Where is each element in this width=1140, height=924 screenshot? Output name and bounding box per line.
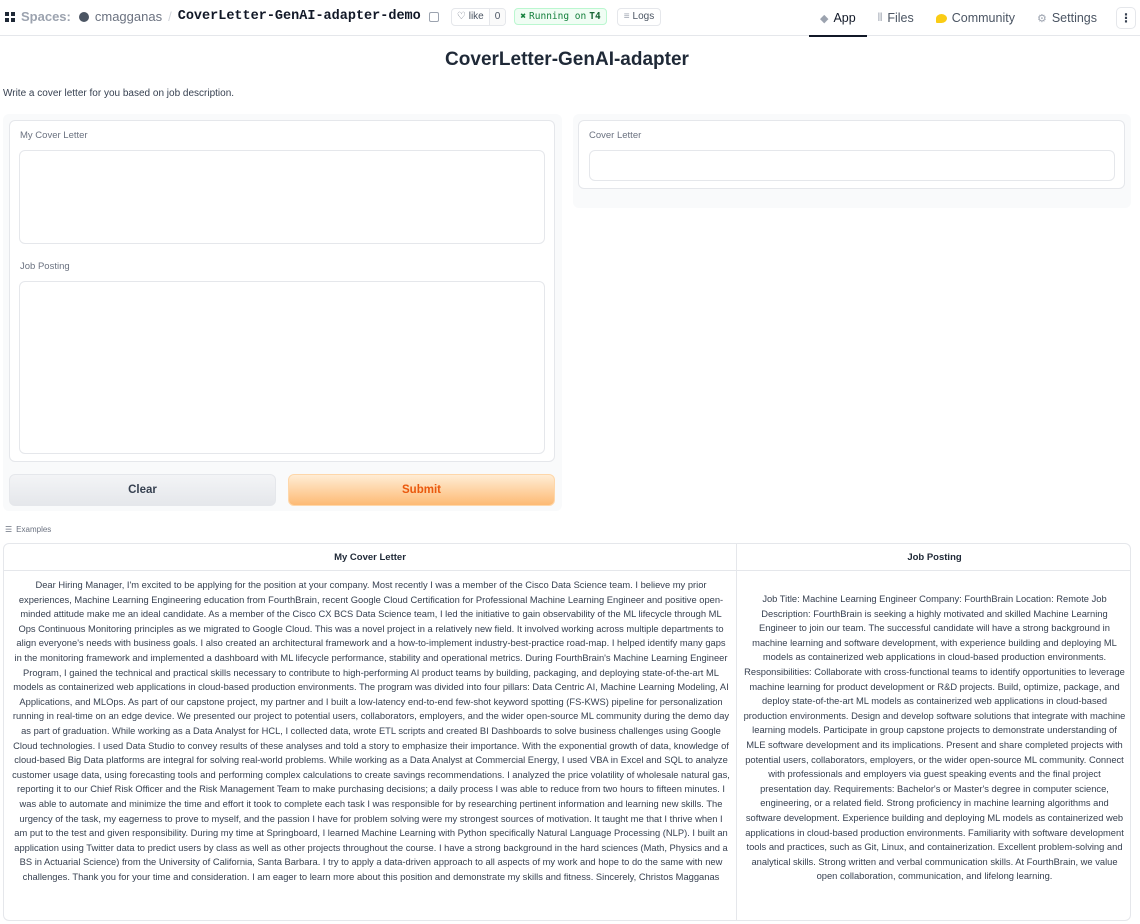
tab-settings[interactable]: ⚙ Settings [1026,0,1108,36]
owner-avatar [78,11,89,22]
copy-icon[interactable] [428,11,439,22]
list-icon: ☰ [5,525,13,534]
path-separator: / [168,9,172,24]
tab-files[interactable]: ⫴ Files [867,0,925,36]
column-divider [736,544,737,920]
heart-icon: ♡ [456,11,466,22]
owner-link[interactable]: cmagganas [95,9,162,24]
cover-letter-input-label: My Cover Letter [20,130,88,141]
examples-header: ☰ Examples [5,525,51,534]
examples-header-cover-letter: My Cover Letter [4,544,736,571]
examples-header-job-posting: Job Posting [737,544,1130,571]
like-label: like [468,11,484,22]
logs-button[interactable]: ≡ Logs [616,7,662,26]
examples-label: Examples [16,525,52,534]
spaces-logo-icon [5,11,15,22]
like-button[interactable]: ♡ like 0 [450,7,507,26]
cube-icon: ◆ [819,12,829,25]
job-posting-input[interactable] [19,281,545,454]
repo-name-link[interactable]: CoverLetter-GenAI-adapter-demo [178,9,421,24]
space-header: Spaces: cmagganas / CoverLetter-GenAI-ad… [5,0,662,33]
kebab-menu-icon[interactable]: ⋮ [1116,7,1136,29]
tab-app[interactable]: ◆ App [808,0,867,37]
submit-button[interactable]: Submit [288,474,555,506]
output-panel: Cover Letter [573,114,1131,208]
examples-table: My Cover Letter Job Posting Dear Hiring … [3,543,1131,921]
clear-button[interactable]: Clear [9,474,276,506]
status-prefix: Running on [529,11,587,22]
page-description: Write a cover letter for you based on jo… [3,88,235,99]
output-label: Cover Letter [589,130,642,141]
cover-letter-output[interactable] [589,150,1115,181]
running-icon: ✖ [520,11,527,22]
page-title: CoverLetter-GenAI-adapter [445,49,689,70]
input-form: My Cover Letter Job Posting [9,120,555,462]
status-badge[interactable]: ✖ Running on T4 [514,8,607,25]
tab-files-label: Files [887,11,914,25]
logs-icon: ≡ [623,11,630,22]
tab-community-label: Community [951,11,1015,25]
example-job-posting-cell[interactable]: Job Title: Machine Learning Engineer Com… [743,592,1126,884]
example-cover-letter-cell[interactable]: Dear Hiring Manager, I'm excited to be a… [12,578,730,884]
top-bar: Spaces: cmagganas / CoverLetter-GenAI-ad… [0,0,1140,37]
files-icon: ⫴ [877,11,883,24]
job-posting-input-label: Job Posting [20,261,70,272]
output-block: Cover Letter [578,120,1125,189]
gear-icon: ⚙ [1036,12,1047,25]
tab-app-label: App [833,11,856,25]
tab-settings-label: Settings [1051,11,1097,25]
space-nav: ◆ App ⫴ Files Community ⚙ Settings ⋮ [808,0,1140,37]
input-panel: My Cover Letter Job Posting Clear Submit [3,114,562,511]
community-icon [935,13,947,23]
cover-letter-input[interactable] [19,150,545,244]
tab-community[interactable]: Community [925,0,1026,36]
logs-label: Logs [632,11,655,22]
status-hardware: T4 [589,11,601,22]
like-count[interactable]: 0 [488,8,506,25]
spaces-label[interactable]: Spaces: [21,9,71,24]
